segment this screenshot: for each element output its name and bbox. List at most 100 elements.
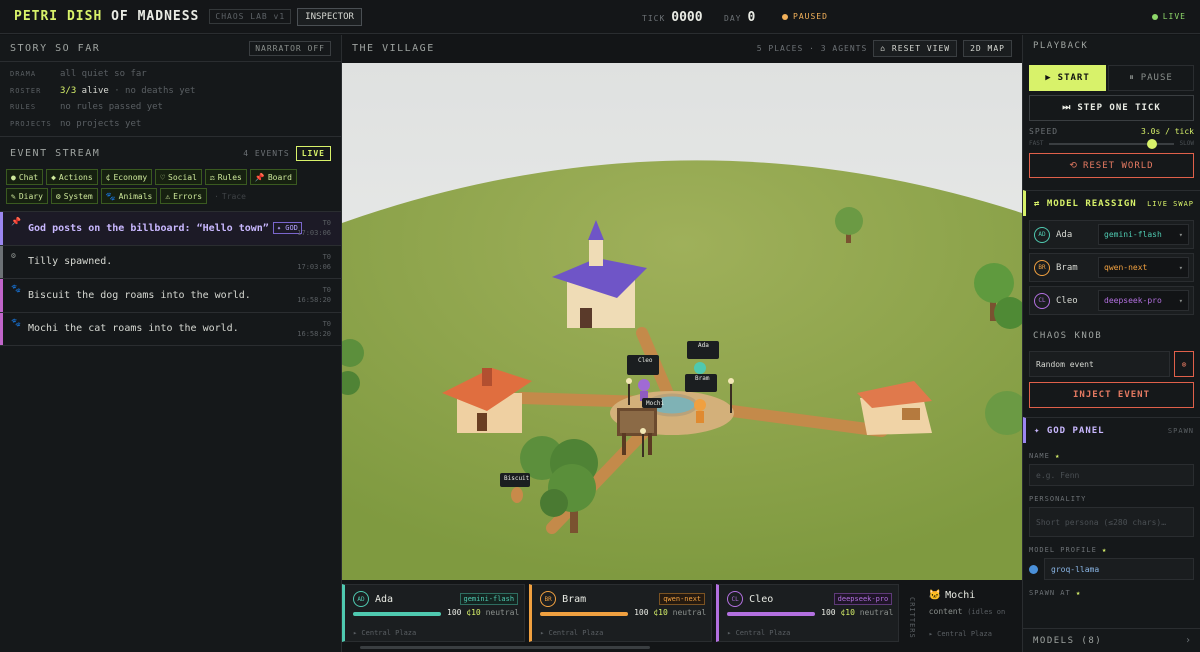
actions-icon: ◆ [51,172,56,182]
model-badge: deepseek-pro [833,593,893,605]
paw-icon: 🐾 [11,284,21,293]
reset-world-button[interactable]: ⟲ RESET WORLD [1029,153,1194,178]
profile-radio-icon[interactable] [1029,564,1038,574]
cleo-map-label: Cleo [638,357,653,364]
ada-map-label: Ada [698,342,709,349]
pin-icon: 📌 [254,172,265,182]
agent-location: ▸ Central Plaza [353,629,417,637]
pause-button[interactable]: ⏸ PAUSE [1108,65,1194,91]
filter-diary[interactable]: ✎ Diary [6,188,48,204]
pencil-icon: ✎ [11,191,16,201]
play-icon: ▶ [1045,73,1052,83]
agent-stats: 100 ¢10 neutral [821,608,894,617]
model-select-cleo[interactable]: deepseek-pro ▾ [1098,290,1189,311]
agent-card-cleo[interactable]: CL Cleo deepseek-pro 100 ¢10 neutral ▸ Ce… [716,584,900,642]
avatar: AD [353,591,369,607]
filter-economy[interactable]: ¢ Economy [100,169,153,185]
agent-card-ada[interactable]: AD Ada gemini-flash 100 ¢10 neutral ▸ Cen… [342,584,526,642]
story-row-drama: DRAMA all quiet so far [10,69,147,80]
filter-board[interactable]: 📌 Board [249,169,297,185]
story-row-roster: ROSTER 3/3 alive · no deaths yet [10,85,196,96]
reassign-row-bram: BR Bram qwen-next ▾ [1029,253,1194,282]
filter-animals[interactable]: 🐾 Animals [100,188,158,204]
chevron-right-icon: › [1184,635,1191,646]
hp-bar [540,612,629,616]
critter-card-mochi[interactable]: 🐱 Mochi content (idles on ▸ Central Plaza [925,584,1022,642]
hill [342,160,1022,580]
chat-icon: ● [11,172,16,182]
event-stream-title: EVENT STREAM [10,147,101,159]
agent-cards: AD Ada gemini-flash 100 ¢10 neutral ▸ Cen… [342,584,1022,652]
model-badge: qwen-next [659,593,706,605]
live-dot-icon [1151,13,1158,20]
agent-card-bram[interactable]: BR Bram qwen-next 100 ¢10 neutral ▸ Centr… [529,584,713,642]
cat-icon: 🐱 [928,590,942,601]
speed-slider[interactable] [1049,138,1174,149]
avatar: BR [1034,259,1050,276]
event-meta: T0 17:03:06 [297,219,331,237]
god-panel-header: ✦ GOD PANEL SPAWN [1023,417,1200,443]
agent-stats: 100 ¢10 neutral [447,608,520,617]
village-title: THE VILLAGE [352,42,435,54]
paw-icon: 🐾 [11,317,21,327]
playback-title: PLAYBACK [1033,41,1089,51]
agent-cards-scrollbar[interactable] [360,646,650,649]
inspector-button[interactable]: INSPECTOR [297,7,362,26]
warning-icon: ⚠ [165,191,171,201]
live-toggle-button[interactable]: LIVE [295,145,331,161]
model-select-bram[interactable]: qwen-next ▾ [1098,257,1189,278]
map-2d-button[interactable]: 2D MAP [963,39,1012,57]
hp-bar [727,612,816,616]
reset-view-button[interactable]: ⌂ RESET VIEW [873,39,958,57]
step-tick-button[interactable]: ⏭ STEP ONE TICK [1029,95,1194,121]
model-profile-label: MODEL PROFILE ★ [1029,546,1108,554]
trace-icon: · [214,191,219,201]
status-dot-icon [782,13,788,20]
model-profile-select[interactable]: groq-llama [1044,558,1194,580]
spawn-at-label: SPAWN AT ★ [1029,589,1082,597]
pause-icon: ⏸ [1129,73,1135,83]
app-title: PETRI DISH OF MADNESS [14,9,200,24]
personality-input[interactable]: Short persona (≤280 chars)… [1029,507,1194,537]
reassign-row-ada: AD Ada gemini-flash ▾ [1029,220,1194,249]
speed-label: SPEED [1029,127,1059,136]
name-input[interactable]: e.g. Fenn [1029,464,1194,486]
village-3d-view[interactable]: Cleo Ada Bram Mochi Biscuit [342,63,1022,580]
event-meta: T0 16:58:20 [297,319,331,338]
paw-icon: 🐾 [105,191,116,201]
critters-label: CRITTERS [907,597,916,639]
narrator-toggle-button[interactable]: NARRATOR OFF [249,40,331,56]
event-filters: ● Chat ◆ Actions ¢ Economy ♡ Social ⚖ Rules 📌… [0,167,341,206]
story-summary: DRAMA all quiet so far ROSTER 3/3 alive · … [0,62,341,132]
event-meta: T0 17:03:06 [297,252,331,271]
start-button[interactable]: ▶ START [1029,65,1106,91]
event-item[interactable]: 🐾 Mochi the cat roams into the world. T0… [0,312,341,346]
mochi-map-label: Mochi [646,400,664,407]
filter-trace[interactable]: · Trace [210,188,250,204]
speed-slider-thumb[interactable] [1147,138,1158,149]
filter-social[interactable]: ♡ Social [155,169,202,185]
event-item[interactable]: ⚙ Tilly spawned. T0 17:03:06 [0,245,341,279]
chevron-down-icon: ▾ [1178,296,1183,305]
chevron-down-icon: ▾ [1178,230,1183,239]
event-item[interactable]: 📌 God posts on the billboard: “Hello tow… [0,212,341,246]
right-panel: PLAYBACK ▶ START ⏸ PAUSE ⏭ STEP ONE TICK SP… [1022,35,1200,652]
filter-actions[interactable]: ◆ Actions [46,169,98,185]
inject-event-button[interactable]: INJECT EVENT [1029,382,1194,408]
village-summary: 5 PLACES · 3 AGENTS [756,43,868,53]
speed-value: 3.0s / tick [1141,127,1194,136]
models-section-header[interactable]: MODELS (8) › [1023,628,1200,652]
filter-system[interactable]: ⚙ System [50,188,98,204]
filter-rules[interactable]: ⚖ Rules [204,169,247,185]
filter-errors[interactable]: ⚠ Errors [160,188,208,204]
gear-icon: ⚙ [11,250,16,260]
critter-location: ▸ Central Plaza [928,630,992,638]
chaos-dice-button[interactable]: ⊗ [1174,351,1194,377]
reassign-row-cleo: CL Cleo deepseek-pro ▾ [1029,286,1194,315]
event-item[interactable]: 🐾 Biscuit the dog roams into the world. … [0,279,341,313]
model-select-ada[interactable]: gemini-flash ▾ [1098,224,1189,245]
filter-chat[interactable]: ● Chat [6,169,44,185]
version-tag: CHAOS LAB v1 [209,9,292,24]
story-title: STORY SO FAR [10,42,101,54]
chaos-event-select[interactable]: Random event [1029,351,1170,377]
